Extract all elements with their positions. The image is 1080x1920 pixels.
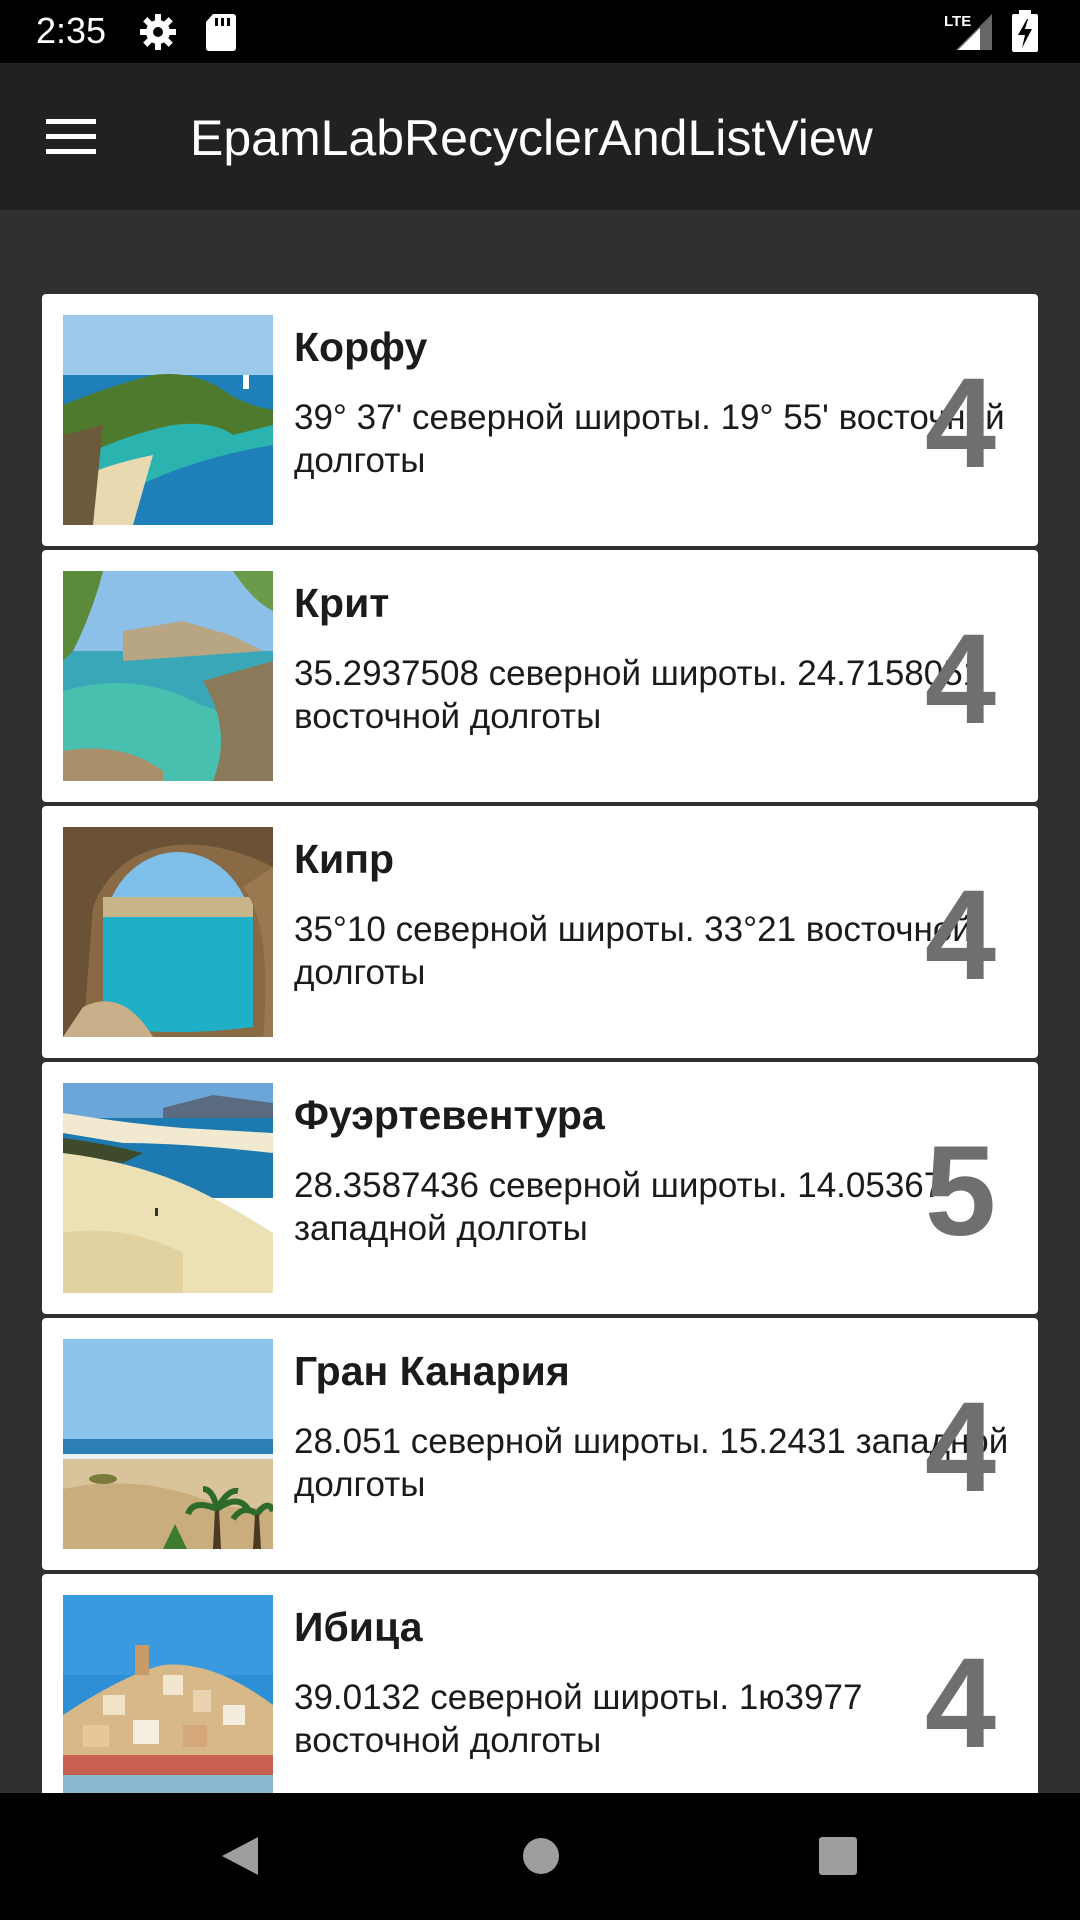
item-description: 35°10 северной широты. 33°21 восточной д…: [294, 910, 972, 992]
ibiza-photo: [63, 1595, 273, 1793]
item-rating: 4: [924, 864, 996, 1007]
gear-icon: [138, 12, 178, 57]
toolbar-title: EpamLabRecyclerAndListView: [190, 110, 873, 166]
lte-signal-icon: LTE: [942, 10, 998, 57]
island-list[interactable]: Корфу 39° 37' северной широты. 19° 55' в…: [0, 210, 1080, 1793]
status-time: 2:35: [36, 10, 107, 51]
item-rating: 4: [924, 1376, 996, 1519]
recents-icon[interactable]: [815, 1833, 861, 1884]
cyprus-photo: [63, 827, 273, 1037]
item-title: Гран Канария: [294, 1348, 570, 1394]
app-toolbar: EpamLabRecyclerAndListView: [0, 63, 1080, 210]
home-icon[interactable]: [518, 1833, 564, 1884]
item-title: Кипр: [294, 836, 395, 882]
list-item[interactable]: Крит 35.2937508 северной широты. 24.7158…: [42, 550, 1038, 802]
item-title: Фуэртевентура: [294, 1092, 605, 1138]
item-description: 39.0132 северной широты. 1ю3977 восточно…: [294, 1678, 863, 1760]
crete-photo: [63, 571, 273, 781]
battery-charging-icon: [1010, 10, 1040, 57]
gran-canaria-photo: [63, 1339, 273, 1549]
back-icon[interactable]: [218, 1833, 264, 1884]
hamburger-menu-icon[interactable]: [46, 115, 98, 159]
item-title: Корфу: [294, 324, 428, 370]
corfu-photo: [63, 315, 273, 525]
fuerteventura-photo: [63, 1083, 273, 1293]
item-rating: 4: [924, 1632, 996, 1775]
list-item[interactable]: Фуэртевентура 28.3587436 северной широты…: [42, 1062, 1038, 1314]
item-rating: 5: [924, 1120, 996, 1263]
item-description: 35.2937508 северной широты. 24.7158051 в…: [294, 654, 983, 736]
list-item[interactable]: Гран Канария 28.051 северной широты. 15.…: [42, 1318, 1038, 1570]
item-rating: 4: [924, 352, 996, 495]
item-description: 39° 37' северной широты. 19° 55' восточн…: [294, 398, 1005, 480]
list-item[interactable]: Корфу 39° 37' северной широты. 19° 55' в…: [42, 294, 1038, 546]
item-title: Ибица: [294, 1604, 423, 1650]
item-description: 28.051 северной широты. 15.2431 западной…: [294, 1422, 1009, 1504]
item-rating: 4: [924, 608, 996, 751]
sd-card-icon: [205, 12, 237, 57]
system-nav-bar: [0, 1793, 1080, 1920]
list-item[interactable]: Ибица 39.0132 северной широты. 1ю3977 во…: [42, 1574, 1038, 1793]
item-title: Крит: [294, 580, 390, 626]
svg-text:LTE: LTE: [944, 13, 971, 30]
list-item[interactable]: Кипр 35°10 северной широты. 33°21 восточ…: [42, 806, 1038, 1058]
status-bar: 2:35 LTE: [0, 0, 1080, 63]
item-description: 28.3587436 северной широты. 14.05367 зап…: [294, 1166, 944, 1248]
